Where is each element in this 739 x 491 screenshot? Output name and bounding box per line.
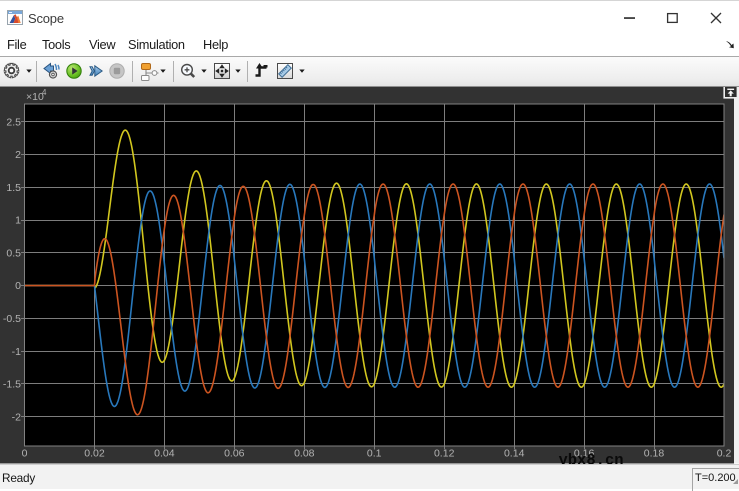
svg-text:1: 1	[15, 215, 21, 227]
svg-text:0: 0	[22, 448, 28, 460]
svg-text:1.5: 1.5	[6, 182, 21, 194]
svg-text:0.1: 0.1	[367, 448, 382, 460]
svg-text:2: 2	[15, 149, 21, 161]
svg-text:0.5: 0.5	[6, 247, 21, 259]
svg-text:0.14: 0.14	[504, 448, 525, 460]
svg-text:0.18: 0.18	[644, 448, 665, 460]
svg-text:0.06: 0.06	[224, 448, 245, 460]
svg-text:0.08: 0.08	[294, 448, 315, 460]
svg-text:0: 0	[15, 280, 21, 292]
svg-text:2.5: 2.5	[6, 116, 21, 128]
svg-text:0.12: 0.12	[434, 448, 455, 460]
svg-text:0.2: 0.2	[717, 448, 732, 460]
svg-text:4: 4	[42, 88, 47, 97]
svg-text:0.04: 0.04	[154, 448, 175, 460]
svg-text:-1: -1	[12, 346, 21, 358]
svg-text:-0.5: -0.5	[3, 313, 21, 325]
svg-text:-2: -2	[12, 411, 21, 423]
svg-text:0.02: 0.02	[84, 448, 105, 460]
svg-text:-1.5: -1.5	[3, 379, 21, 391]
svg-text:ybx8.cn: ybx8.cn	[558, 452, 623, 465]
